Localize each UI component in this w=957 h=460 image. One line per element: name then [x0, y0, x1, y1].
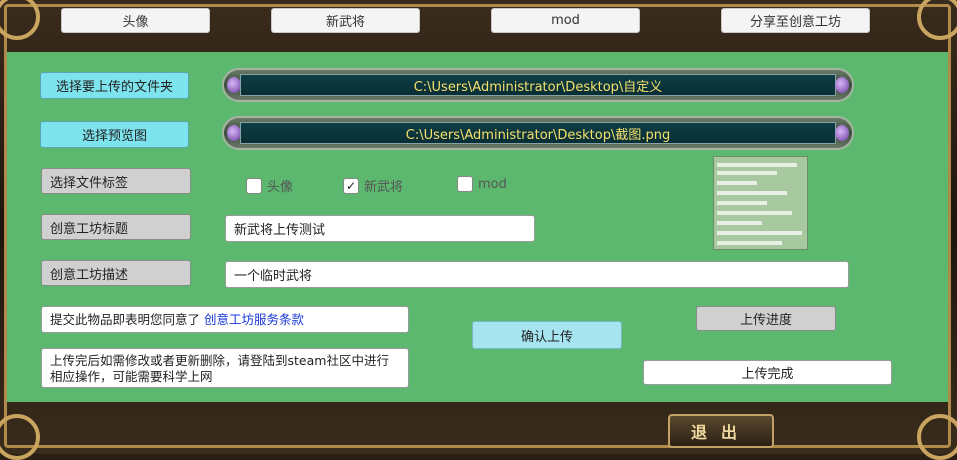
gem-icon	[835, 77, 849, 93]
folder-path-text: C:\Users\Administrator\Desktop\自定义	[240, 74, 836, 96]
tag-label: 新武将	[364, 180, 404, 195]
workshop-title-label: 创意工坊标题	[41, 214, 191, 240]
select-tags-button[interactable]: 选择文件标签	[41, 168, 191, 194]
hint-note: 上传完后如需修改或者更新删除，请登陆到steam社区中进行相应操作，可能需要科学…	[41, 348, 409, 388]
tag-mod-checkbox[interactable]: mod	[457, 176, 507, 192]
tab-new-general[interactable]: 新武将	[271, 8, 420, 33]
workshop-desc-label: 创意工坊描述	[41, 260, 191, 286]
tab-mod[interactable]: mod	[491, 8, 640, 33]
workshop-desc-input[interactable]: 一个临时武将	[225, 261, 849, 288]
tag-avatar-checkbox[interactable]: 头像	[246, 176, 293, 195]
confirm-upload-button[interactable]: 确认上传	[472, 321, 622, 349]
gem-icon	[227, 125, 241, 141]
upload-progress-label: 上传进度	[696, 306, 836, 331]
preview-path-text: C:\Users\Administrator\Desktop\截图.png	[240, 122, 836, 144]
folder-path-bar: C:\Users\Administrator\Desktop\自定义	[222, 68, 854, 102]
workshop-title-input[interactable]: 新武将上传测试	[225, 215, 535, 242]
gem-icon	[835, 125, 849, 141]
tab-avatar[interactable]: 头像	[61, 8, 210, 33]
tag-label: mod	[478, 176, 507, 192]
gem-icon	[227, 77, 241, 93]
corner-ornament	[0, 414, 40, 460]
tag-label: 头像	[267, 180, 294, 195]
agreement-text: 提交此物品即表明您同意了	[50, 311, 201, 327]
tag-new-general-checkbox[interactable]: ✓ 新武将	[343, 176, 403, 195]
select-folder-button[interactable]: 选择要上传的文件夹	[40, 72, 189, 99]
agreement-notice: 提交此物品即表明您同意了 创意工坊服务条款	[41, 306, 409, 333]
preview-thumbnail	[713, 156, 808, 250]
terms-link[interactable]: 创意工坊服务条款	[204, 312, 304, 328]
corner-ornament	[917, 414, 957, 460]
tab-share-workshop[interactable]: 分享至创意工坊	[721, 8, 870, 33]
checkbox-box[interactable]	[457, 176, 473, 192]
checkbox-box[interactable]	[246, 177, 262, 194]
select-preview-button[interactable]: 选择预览图	[40, 121, 189, 148]
exit-button[interactable]: 退出	[668, 414, 774, 448]
check-icon[interactable]: ✓	[343, 177, 359, 194]
preview-path-bar: C:\Users\Administrator\Desktop\截图.png	[222, 116, 854, 150]
upload-status: 上传完成	[643, 360, 892, 385]
